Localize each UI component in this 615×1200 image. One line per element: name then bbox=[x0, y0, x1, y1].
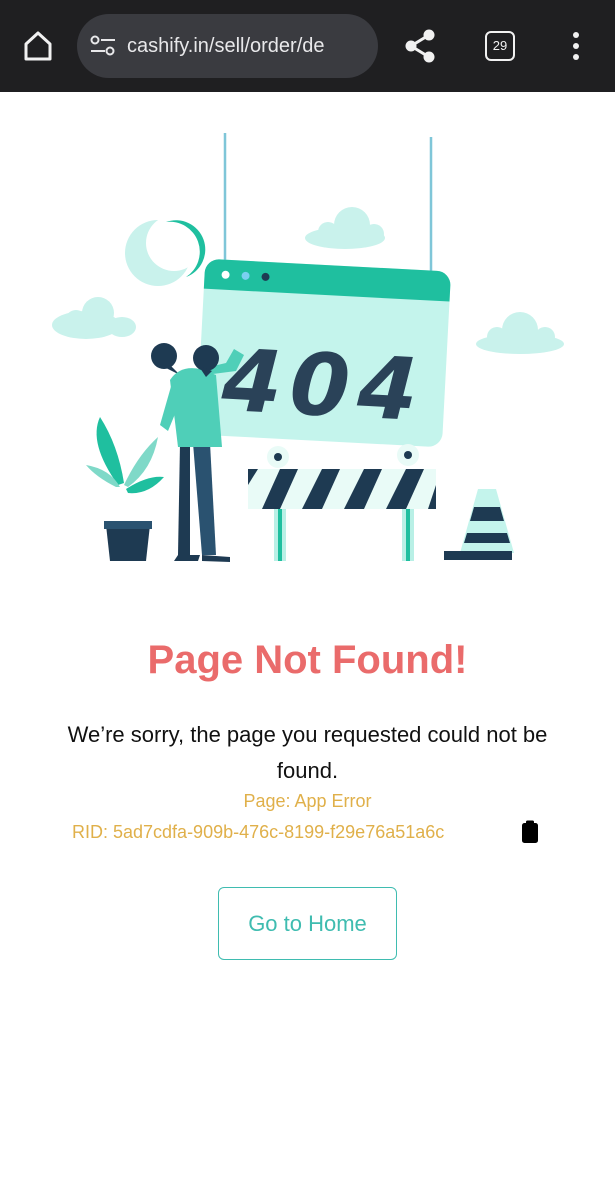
moon-icon bbox=[125, 215, 206, 286]
speech-bubble-icon bbox=[151, 343, 180, 375]
request-id: RID: 5ad7cdfa-909b-476c-8199-f29e76a51a6… bbox=[72, 822, 445, 842]
share-icon[interactable] bbox=[402, 27, 438, 65]
more-vert-icon[interactable] bbox=[562, 29, 590, 63]
cloud-icon bbox=[52, 297, 136, 339]
browser-toolbar: cashify.in/sell/order/de 29 bbox=[0, 0, 615, 92]
plant-icon bbox=[86, 417, 164, 561]
barrier-icon bbox=[248, 444, 436, 561]
traffic-cone-icon bbox=[444, 489, 514, 560]
clipboard-icon[interactable] bbox=[520, 820, 540, 844]
cloud-icon bbox=[305, 207, 385, 249]
go-to-home-button[interactable]: Go to Home bbox=[218, 887, 397, 960]
404-illustration: 404 bbox=[52, 133, 564, 562]
home-icon[interactable] bbox=[18, 26, 58, 66]
page-info: Page: App Error bbox=[243, 791, 372, 811]
site-settings-icon[interactable] bbox=[89, 34, 117, 58]
cloud-icon bbox=[476, 312, 564, 354]
page-title: Page Not Found! bbox=[147, 638, 468, 682]
address-bar[interactable]: cashify.in/sell/order/de bbox=[77, 14, 378, 78]
url-text[interactable]: cashify.in/sell/order/de bbox=[127, 34, 377, 58]
error-message: We’re sorry, the page you requested coul… bbox=[67, 722, 548, 783]
sign-text: 404 bbox=[219, 331, 428, 442]
tabs-icon[interactable]: 29 bbox=[485, 31, 515, 61]
